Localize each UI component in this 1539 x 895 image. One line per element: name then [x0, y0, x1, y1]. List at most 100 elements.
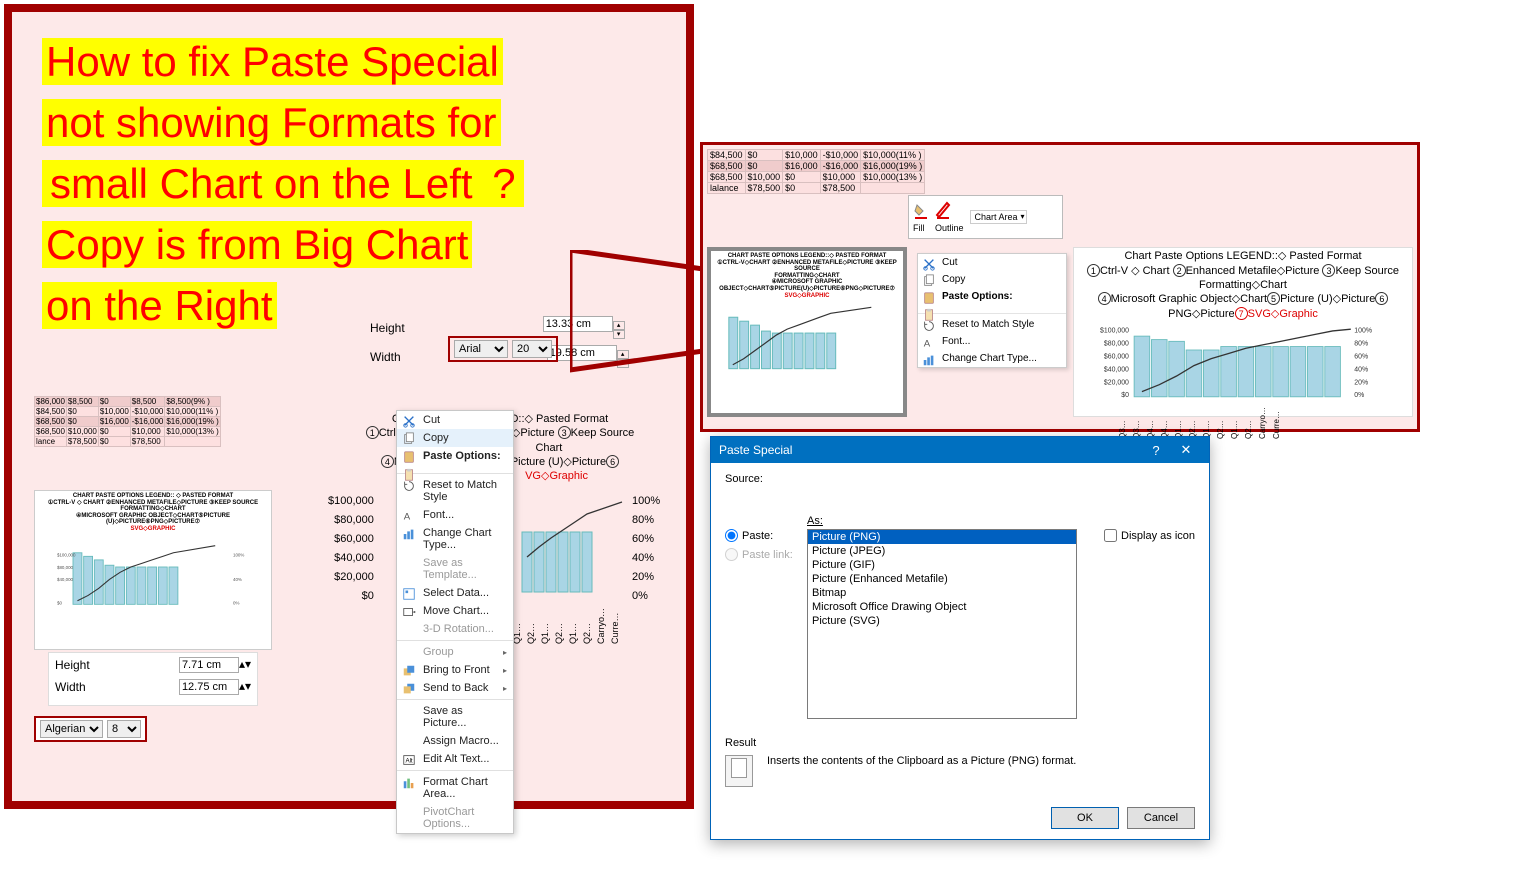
small-width-label: Width	[55, 680, 86, 694]
format-option[interactable]: Bitmap	[808, 586, 1076, 600]
ctx-reset[interactable]: Reset to Match Style	[397, 476, 513, 506]
ctx-move-chart[interactable]: Move Chart...	[397, 602, 513, 620]
display-icon-label: Display as icon	[1121, 530, 1195, 542]
ctx-assign-macro[interactable]: Assign Macro...	[397, 732, 513, 750]
bring-front-icon	[402, 664, 416, 678]
big-height-input[interactable]	[543, 316, 613, 332]
small-fontsize-select[interactable]: 8	[107, 720, 141, 738]
big-ctx-reset[interactable]: Reset to Match Style	[918, 316, 1066, 333]
ok-button[interactable]: OK	[1051, 807, 1119, 829]
format-option[interactable]: Picture (GIF)	[808, 558, 1076, 572]
format-option[interactable]: Picture (PNG)	[808, 530, 1076, 544]
as-label: As:	[807, 515, 823, 527]
move-chart-icon	[402, 605, 416, 619]
small-width-input[interactable]	[179, 679, 239, 695]
big-xaxis: Q3… Q3… Q4… Q4… Q1… Q2… Q1… Q2… Q1… Q2… …	[1074, 407, 1412, 439]
ctx-bring-to-front[interactable]: Bring to Front▸	[397, 661, 513, 679]
result-text: Inserts the contents of the Clipboard as…	[767, 755, 1076, 767]
svg-text:60%: 60%	[1354, 353, 1368, 360]
chart-type-icon	[402, 527, 416, 541]
small-chart-svg: $100,000$80,000$40,000$0 100%40%0%	[35, 535, 271, 615]
chart-area-dropdown[interactable]: Chart Area	[970, 210, 1027, 224]
format-option[interactable]: Microsoft Office Drawing Object	[808, 600, 1076, 614]
spinner[interactable]: ▴▾	[617, 350, 629, 368]
callout-box: How to fix Paste Special not showing For…	[4, 4, 694, 809]
alt-text-icon: Alt	[402, 753, 416, 767]
font-icon: A	[402, 509, 416, 523]
paste-link-radio: Paste link:	[725, 548, 795, 561]
svg-text:$100,000: $100,000	[57, 552, 76, 557]
small-height-label: Height	[55, 658, 90, 672]
reset-icon	[922, 319, 936, 333]
big-ctx-paste-options: Paste Options:	[918, 288, 1066, 305]
center-yaxis: $100,000$80,000$60,000 $40,000$20,000$0	[328, 492, 374, 606]
ctx-copy[interactable]: Copy	[397, 429, 513, 447]
callout-line5: on the Right	[42, 282, 277, 329]
mini-toolbar[interactable]: Fill Outline Chart Area	[908, 195, 1063, 239]
ctx-send-to-back[interactable]: Send to Back▸	[397, 679, 513, 697]
big-width-label: Width	[370, 350, 401, 364]
small-chart[interactable]: CHART PASTE OPTIONS LEGEND:: ◇ PASTED FO…	[34, 490, 272, 650]
big-ctx-font[interactable]: AFont...	[918, 333, 1066, 350]
spinner[interactable]: ▴▾	[239, 657, 251, 671]
big-main-svg: $100,000$80,000$60,000 $40,000$20,000$0 …	[1074, 324, 1404, 402]
big-ctx-paste-clipboard[interactable]	[918, 305, 1066, 311]
ctx-select-data[interactable]: Select Data...	[397, 584, 513, 602]
spinner[interactable]: ▴▾	[613, 321, 625, 339]
ctx-paste-clipboard[interactable]	[397, 465, 513, 471]
small-font-select[interactable]: Algerian	[40, 720, 103, 738]
big-legend-title: Chart Paste Options LEGEND::◇ Pasted For…	[1074, 248, 1412, 324]
big-thumb-chart[interactable]: CHART PASTE OPTIONS LEGEND::◇ PASTED FOR…	[707, 247, 907, 417]
svg-text:40%: 40%	[233, 577, 242, 582]
display-icon-checkbox[interactable]	[1104, 529, 1117, 542]
close-button[interactable]: ✕	[1171, 442, 1201, 458]
ctx-change-chart-type[interactable]: Change Chart Type...	[397, 524, 513, 554]
svg-text:$40,000: $40,000	[1104, 366, 1129, 373]
big-ctx-copy[interactable]: Copy	[918, 271, 1066, 288]
dialog-titlebar[interactable]: Paste Special ? ✕	[711, 437, 1209, 463]
paste-radio[interactable]: Paste:	[725, 529, 795, 542]
big-thumb-title: CHART PASTE OPTIONS LEGEND::◇ PASTED FOR…	[713, 253, 901, 299]
ctx-save-template: Save as Template...	[397, 554, 513, 584]
svg-text:A: A	[924, 339, 931, 350]
big-height-label: Height	[370, 321, 405, 335]
big-ctx-change-chart-type[interactable]: Change Chart Type...	[918, 350, 1066, 367]
svg-text:$40,000: $40,000	[57, 577, 74, 582]
svg-text:40%: 40%	[1354, 366, 1368, 373]
big-data-table: $84,500$0$10,000-$10,000$10,000(11% ) $6…	[707, 149, 925, 194]
svg-text:$100,000: $100,000	[1100, 327, 1129, 334]
big-font-select[interactable]: Arial	[454, 340, 508, 358]
format-listbox[interactable]: Picture (PNG) Picture (JPEG) Picture (GI…	[807, 529, 1077, 719]
ctx-cut[interactable]: Cut	[397, 411, 513, 429]
help-button[interactable]: ?	[1141, 443, 1171, 458]
fill-button[interactable]: Fill	[913, 201, 929, 233]
select-data-icon	[402, 587, 416, 601]
ctx-format-chart-area[interactable]: Format Chart Area...	[397, 773, 513, 803]
format-option[interactable]: Picture (Enhanced Metafile)	[808, 572, 1076, 586]
ctx-group: Group▸	[397, 643, 513, 661]
ctx-save-picture[interactable]: Save as Picture...	[397, 702, 513, 732]
big-fontsize-select[interactable]: 20	[512, 340, 552, 358]
cancel-button[interactable]: Cancel	[1127, 807, 1195, 829]
small-size-box: Height ▴▾ Width ▴▾	[48, 652, 258, 706]
small-height-input[interactable]	[179, 657, 239, 673]
svg-text:0%: 0%	[1354, 392, 1364, 399]
context-menu: Cut Copy Paste Options: Reset to Match S…	[396, 410, 514, 834]
ctx-paste-options: Paste Options:	[397, 447, 513, 465]
paste-special-dialog: Paste Special ? ✕ Source: Paste: Paste l…	[710, 436, 1210, 840]
center-xaxis: Q1… Q2… Q1… Q2… Q1… Q2… Carryo… Curre…	[512, 608, 620, 644]
send-back-icon	[402, 682, 416, 696]
spinner[interactable]: ▴▾	[239, 679, 251, 693]
big-ctx-cut[interactable]: Cut	[918, 254, 1066, 271]
big-main-chart[interactable]: Chart Paste Options LEGEND::◇ Pasted For…	[1073, 247, 1413, 417]
format-option[interactable]: Picture (JPEG)	[808, 544, 1076, 558]
save-template-icon	[402, 557, 416, 571]
paste-icon	[922, 291, 936, 305]
svg-text:100%: 100%	[233, 552, 244, 557]
format-option[interactable]: Picture (SVG)	[808, 614, 1076, 628]
ctx-font[interactable]: AFont...	[397, 506, 513, 524]
dialog-title: Paste Special	[719, 443, 792, 457]
result-icon	[725, 755, 753, 787]
ctx-edit-alt-text[interactable]: AltEdit Alt Text...	[397, 750, 513, 768]
outline-button[interactable]: Outline	[935, 201, 964, 233]
